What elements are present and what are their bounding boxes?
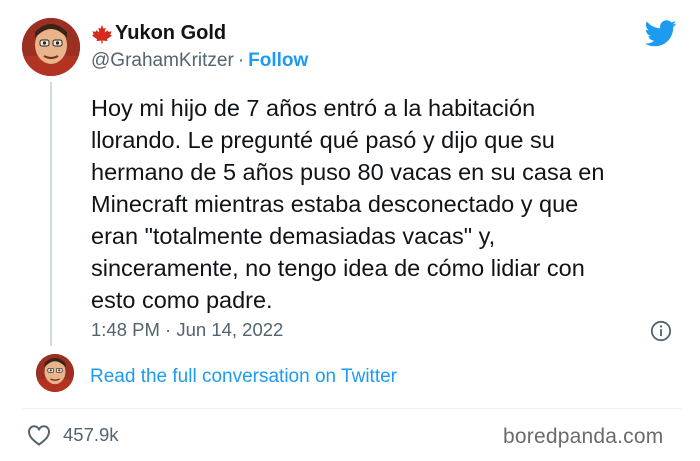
tweet-line: hermano de 5 años puso 80 vacas en su ca… (91, 159, 605, 185)
avatar-photo (22, 18, 80, 76)
tweet-line: eran "totalmente demasiadas vacas" y, (91, 223, 496, 249)
tweet-date: Jun 14, 2022 (176, 319, 284, 340)
heart-icon[interactable] (27, 424, 51, 446)
tweet-time: 1:48 PM (91, 319, 160, 340)
twitter-bird-icon[interactable] (645, 20, 677, 47)
tweet-line: Minecraft mientras estaba desconectado y… (91, 191, 579, 217)
maple-leaf-icon (92, 24, 112, 44)
tweet-timestamp[interactable]: 1:48 PM · Jun 14, 2022 (91, 319, 283, 341)
display-name-text: Yukon Gold (115, 22, 227, 44)
author-display-name[interactable]: Yukon Gold (91, 22, 226, 45)
avatar-photo (36, 354, 74, 392)
read-conversation-link[interactable]: Read the full conversation on Twitter (90, 366, 397, 388)
author-handle[interactable]: @GrahamKritzer (91, 50, 234, 71)
separator-dot: · (237, 50, 245, 71)
tweet-line: Hoy mi hijo de 7 años entró a la habitac… (91, 95, 536, 121)
avatar[interactable] (22, 18, 80, 76)
divider (22, 408, 682, 409)
handle-row: @GrahamKritzer · Follow (91, 50, 308, 72)
info-icon[interactable] (650, 320, 672, 342)
separator-dot: · (165, 319, 172, 340)
tweet-line: llorando. Le pregunté qué pasó y dijo qu… (91, 127, 555, 153)
watermark: boredpanda.com (503, 425, 664, 448)
tweet-text: Hoy mi hijo de 7 años entró a la habitac… (91, 92, 681, 316)
follow-button[interactable]: Follow (248, 50, 308, 71)
thread-line (50, 82, 52, 346)
tweet-line: esto como padre. (91, 287, 273, 313)
tweet-line: sinceramente, no tengo idea de cómo lidi… (91, 255, 585, 281)
avatar-small[interactable] (36, 354, 74, 392)
like-count: 457.9k (63, 424, 119, 445)
